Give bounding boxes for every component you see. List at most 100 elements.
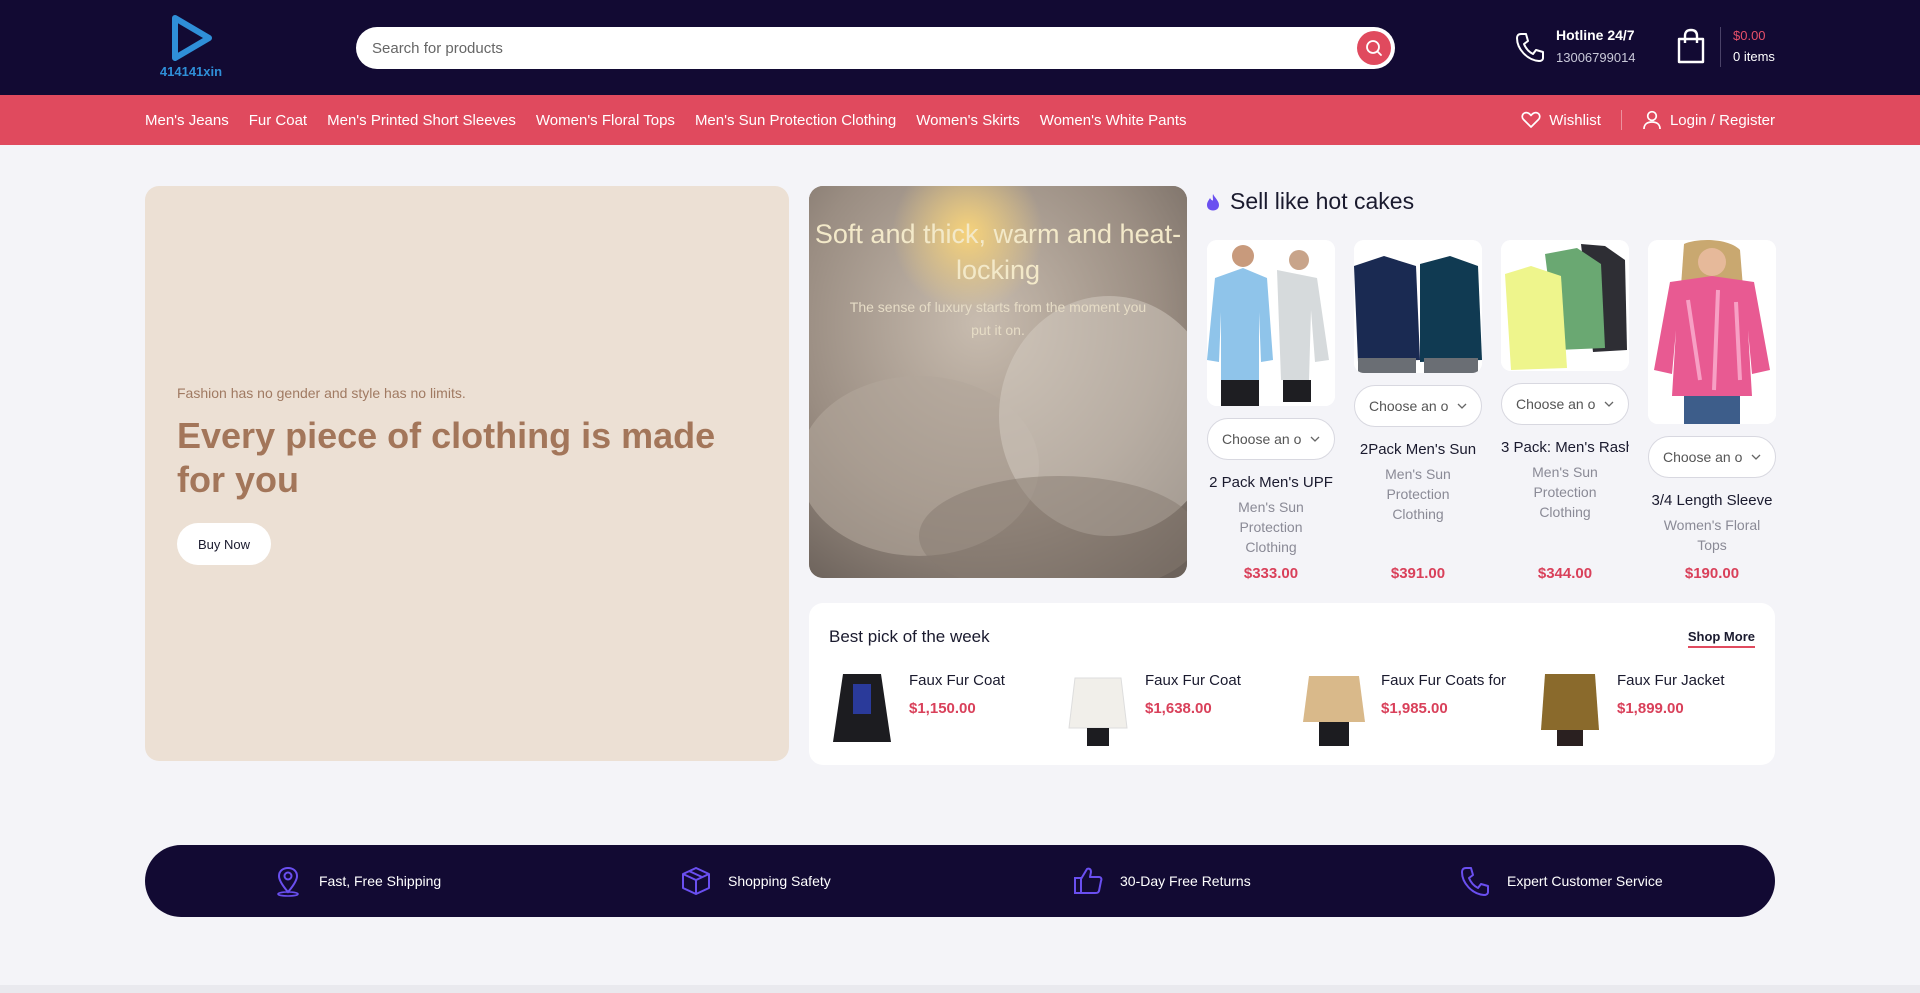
best-pick-item[interactable]: Faux Fur Coats for $1,985.00 <box>1301 670 1521 746</box>
logo-text: 414141xin <box>159 64 223 79</box>
heart-icon <box>1521 111 1541 128</box>
nav-divider <box>1620 110 1622 130</box>
chevron-down-icon <box>1457 403 1467 409</box>
nav-link-womens-floral-tops[interactable]: Women's Floral Tops <box>536 112 675 129</box>
page-bottom-divider <box>0 985 1920 993</box>
feature-label: Expert Customer Service <box>1507 873 1663 889</box>
feature-label: Shopping Safety <box>728 873 831 889</box>
login-register-link[interactable]: Login / Register <box>1642 110 1775 130</box>
variant-select-label: Choose an o <box>1516 396 1596 412</box>
nav-link-womens-white-pants[interactable]: Women's White Pants <box>1040 112 1187 129</box>
hot-cakes-title: Sell like hot cakes <box>1230 188 1415 214</box>
product-thumbnail <box>1301 670 1367 746</box>
variant-select[interactable]: Choose an o <box>1207 418 1335 460</box>
buy-now-button[interactable]: Buy Now <box>177 523 271 565</box>
features-bar: Fast, Free Shipping Shopping Safety 30-D… <box>145 845 1775 917</box>
top-header: 414141xin Hotline 24/7 13006799014 $0.00… <box>0 0 1920 95</box>
best-pick-item[interactable]: Faux Fur Coat $1,150.00 <box>829 670 1049 746</box>
nav-links: Men's Jeans Fur Coat Men's Printed Short… <box>145 95 1207 145</box>
best-pick-name: Faux Fur Jacket <box>1617 672 1725 689</box>
nav-link-mens-jeans[interactable]: Men's Jeans <box>145 112 229 129</box>
product-card[interactable]: Choose an o 2 Pack Men's UPF Men's Sun P… <box>1207 240 1335 582</box>
hotline-number: 13006799014 <box>1556 50 1636 65</box>
thumbs-up-icon <box>1074 867 1103 894</box>
search-bar <box>356 27 1395 69</box>
product-card[interactable]: Choose an o 3 Pack: Men's Rash Men's Sun… <box>1501 240 1629 582</box>
nav-link-womens-skirts[interactable]: Women's Skirts <box>916 112 1019 129</box>
best-pick-item[interactable]: Faux Fur Jacket $1,899.00 <box>1537 670 1757 746</box>
chevron-down-icon <box>1751 454 1761 460</box>
best-pick-section: Best pick of the week Shop More Faux Fur… <box>809 603 1775 765</box>
variant-select-label: Choose an o <box>1222 431 1302 447</box>
best-pick-name: Faux Fur Coat <box>909 672 1005 689</box>
best-pick-name: Faux Fur Coats for <box>1381 672 1507 689</box>
location-pin-icon <box>277 866 299 897</box>
product-category: Women's Floral Tops <box>1663 517 1761 553</box>
best-pick-price: $1,638.00 <box>1145 700 1212 717</box>
variant-select[interactable]: Choose an o <box>1648 436 1776 478</box>
feature-returns: 30-Day Free Returns <box>1072 845 1251 917</box>
product-name[interactable]: 3 Pack: Men's Rash <box>1501 439 1629 456</box>
nav-link-mens-sun-protection[interactable]: Men's Sun Protection Clothing <box>695 112 896 129</box>
feature-label: 30-Day Free Returns <box>1120 873 1251 889</box>
best-pick-title: Best pick of the week <box>829 627 990 646</box>
product-image <box>1501 240 1629 371</box>
best-pick-price: $1,985.00 <box>1381 700 1448 717</box>
wishlist-link[interactable]: Wishlist <box>1521 111 1601 129</box>
product-name[interactable]: 2Pack Men's Sun <box>1354 441 1482 458</box>
product-image <box>1648 240 1776 424</box>
product-image <box>1207 240 1335 406</box>
variant-select-label: Choose an o <box>1663 449 1743 465</box>
feature-shipping: Fast, Free Shipping <box>273 845 441 917</box>
chevron-down-icon <box>1604 401 1614 407</box>
hero-banner: Fashion has no gender and style has no l… <box>145 186 789 761</box>
wishlist-label: Wishlist <box>1549 111 1601 129</box>
product-price: $344.00 <box>1537 565 1593 582</box>
variant-select[interactable]: Choose an o <box>1354 385 1482 427</box>
product-category: Men's Sun Protection Clothing <box>1385 466 1451 522</box>
category-nav: Men's Jeans Fur Coat Men's Printed Short… <box>0 95 1920 145</box>
hotline-label: Hotline 24/7 <box>1556 27 1635 43</box>
cart[interactable]: $0.00 0 items <box>1674 25 1784 71</box>
play-logo-icon <box>172 15 212 61</box>
variant-select-label: Choose an o <box>1369 398 1449 414</box>
chevron-down-icon <box>1310 436 1320 442</box>
hero-kicker: Fashion has no gender and style has no l… <box>177 385 466 401</box>
feature-support: Expert Customer Service <box>1459 845 1663 917</box>
product-price: $333.00 <box>1243 565 1299 582</box>
shop-more-link[interactable]: Shop More <box>1687 629 1755 648</box>
login-label: Login / Register <box>1669 111 1775 129</box>
user-icon <box>1643 110 1661 130</box>
product-category: Men's Sun Protection Clothing <box>1238 499 1304 555</box>
hotline[interactable]: Hotline 24/7 13006799014 <box>1514 25 1654 71</box>
promo-subtitle: The sense of luxury starts from the mome… <box>849 299 1147 338</box>
nav-link-mens-printed-short-sleeves[interactable]: Men's Printed Short Sleeves <box>327 112 516 129</box>
product-name[interactable]: 3/4 Length Sleeve <box>1648 492 1776 509</box>
product-card[interactable]: Choose an o 3/4 Length Sleeve Women's Fl… <box>1648 240 1776 582</box>
feature-label: Fast, Free Shipping <box>319 873 442 889</box>
cart-items-count: 0 items <box>1733 49 1775 64</box>
feature-safety: Shopping Safety <box>680 845 831 917</box>
product-price: $190.00 <box>1684 565 1740 582</box>
search-input[interactable] <box>372 38 1312 58</box>
product-thumbnail <box>1537 670 1603 746</box>
product-card[interactable]: Choose an o 2Pack Men's Sun Men's Sun Pr… <box>1354 240 1482 582</box>
promo-card[interactable]: Soft and thick, warm and heat-locking Th… <box>809 186 1187 578</box>
best-pick-price: $1,150.00 <box>909 700 976 717</box>
variant-select[interactable]: Choose an o <box>1501 383 1629 425</box>
nav-account: Wishlist Login / Register <box>1521 95 1775 145</box>
product-thumbnail <box>1065 670 1131 746</box>
cart-amount: $0.00 <box>1733 28 1766 43</box>
phone-icon <box>1461 867 1489 896</box>
product-thumbnail <box>829 670 895 746</box>
product-name[interactable]: 2 Pack Men's UPF <box>1207 474 1335 491</box>
product-price: $391.00 <box>1390 565 1446 582</box>
nav-link-fur-coat[interactable]: Fur Coat <box>249 112 307 129</box>
hero-headline: Every piece of clothing is made for you <box>177 415 716 500</box>
flame-icon <box>1207 193 1219 210</box>
search-button[interactable] <box>1357 31 1391 65</box>
site-logo[interactable]: 414141xin <box>156 14 226 84</box>
promo-title: Soft and thick, warm and heat-locking <box>814 219 1182 285</box>
best-pick-price: $1,899.00 <box>1617 700 1684 717</box>
best-pick-item[interactable]: Faux Fur Coat $1,638.00 <box>1065 670 1285 746</box>
